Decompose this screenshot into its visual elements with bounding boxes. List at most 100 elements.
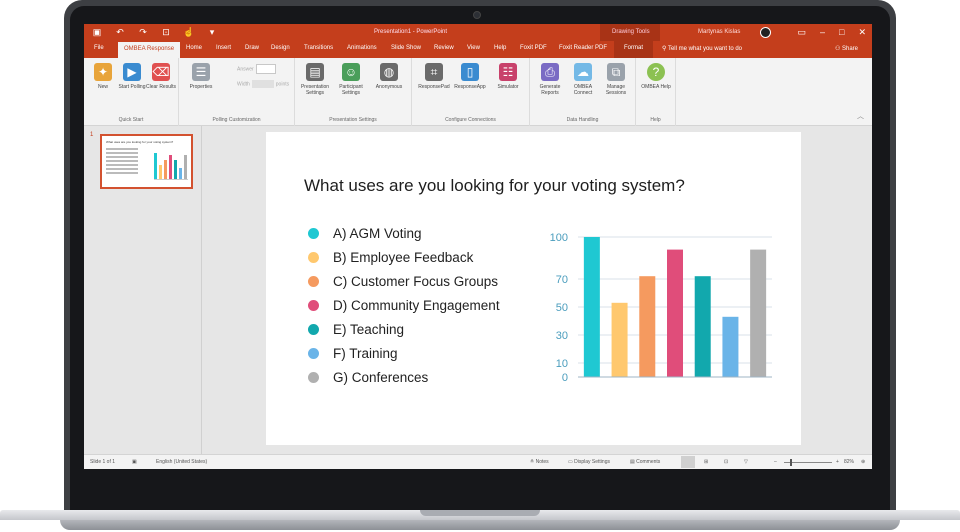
option-d[interactable]: D) Community Engagement [308, 297, 500, 313]
minimize-icon[interactable]: – [820, 27, 825, 38]
reading-view-icon[interactable]: ⊡ [724, 459, 728, 465]
option-a[interactable]: A) AGM Voting [308, 225, 422, 241]
tab-view[interactable]: View [467, 45, 480, 51]
maximize-icon[interactable]: □ [839, 27, 844, 38]
bullet-dot-icon [308, 251, 319, 263]
tab-home[interactable]: Home [186, 45, 202, 51]
tab-slide-show[interactable]: Slide Show [391, 45, 421, 51]
answer-dropdown[interactable] [255, 64, 276, 74]
option-label: A) AGM Voting [333, 225, 422, 241]
customize-icon[interactable]: ▾ [205, 27, 219, 38]
present-icon[interactable]: ⊡ [159, 27, 173, 38]
responseapp-label: ResponseApp [454, 84, 486, 90]
tab-draw[interactable]: Draw [245, 45, 259, 51]
anonymous-button[interactable]: ◍ Anonymous [373, 63, 405, 90]
tab-format[interactable]: Format [614, 41, 654, 58]
slide-title[interactable]: What uses are you looking for your votin… [304, 176, 685, 196]
option-c[interactable]: C) Customer Focus Groups [308, 273, 498, 289]
cloud-upload-icon: ☁ [574, 63, 592, 81]
user-name[interactable]: Martynas Kislas [698, 29, 740, 35]
responsepad-button[interactable]: ⌗ ResponsePad [418, 63, 450, 90]
tab-design[interactable]: Design [271, 45, 290, 51]
responseapp-button[interactable]: ▯ ResponseApp [454, 63, 486, 90]
tell-me-label: Tell me what you want to do [667, 46, 742, 52]
touch-mode-icon[interactable]: ☝ [182, 27, 196, 38]
window-controls: ▭ – □ ✕ [797, 27, 866, 38]
tab-insert[interactable]: Insert [216, 45, 231, 51]
zoom-level[interactable]: 82% [844, 459, 854, 465]
bullet-dot-icon [308, 227, 319, 239]
notes-button[interactable]: ≙ Notes [530, 459, 549, 465]
option-b[interactable]: B) Employee Feedback [308, 249, 473, 265]
presentation-settings-button[interactable]: ▤ Presentation Settings [299, 63, 331, 96]
presentation-settings-label: Presentation Settings [300, 84, 330, 96]
sessions-icon: ⧉ [607, 63, 625, 81]
new-button[interactable]: ✦ New [87, 63, 119, 90]
close-icon[interactable]: ✕ [858, 27, 866, 38]
display-settings-button[interactable]: ▭ Display Settings [568, 459, 610, 465]
tab-ombea-response[interactable]: OMBEA Response [118, 42, 181, 58]
start-polling-button[interactable]: ▶ Start Polling [116, 63, 148, 90]
avatar[interactable] [760, 27, 771, 38]
tab-file[interactable]: File [94, 45, 104, 51]
save-icon[interactable]: ▣ [90, 27, 104, 38]
title-bar: ▣ ↶ ↷ ⊡ ☝ ▾ Presentation1 - PowerPoint D… [84, 24, 872, 41]
tab-review[interactable]: Review [434, 45, 454, 51]
option-e[interactable]: E) Teaching [308, 321, 404, 337]
spell-check-icon[interactable]: ▣ [132, 459, 137, 465]
slide-canvas[interactable]: What uses are you looking for your votin… [266, 132, 801, 445]
group-label: Presentation Settings [329, 117, 377, 123]
simulator-button[interactable]: ☷ Simulator [492, 63, 524, 90]
generate-reports-button[interactable]: ⎙ Generate Reports [534, 63, 566, 96]
bar-e [694, 276, 711, 377]
ombea-help-button[interactable]: ? OMBEA Help [640, 63, 672, 90]
display-settings-label: Display Settings [574, 459, 610, 465]
group-quick-start: ✦ New ▶ Start Polling ⌫ Clear Results Quick… [84, 58, 179, 126]
ombea-connect-button[interactable]: ☁ OMBEA Connect [567, 63, 599, 96]
undo-icon[interactable]: ↶ [113, 27, 127, 38]
properties-button[interactable]: ☰ Properties [185, 63, 217, 90]
responsepad-icon: ⌗ [425, 63, 443, 81]
participant-settings-button[interactable]: ☺ Participant Settings [335, 63, 367, 96]
slide-sorter-icon[interactable]: ⊞ [704, 459, 708, 465]
simulator-icon: ☷ [499, 63, 517, 81]
option-label: F) Training [333, 345, 398, 361]
bar-c [639, 276, 656, 377]
clear-results-button[interactable]: ⌫ Clear Results [145, 63, 177, 90]
tab-help[interactable]: Help [494, 45, 506, 51]
slide-thumbnail[interactable]: What uses are you looking for your votin… [100, 134, 193, 189]
slide-show-view-icon[interactable]: ▽ [744, 459, 748, 465]
language-status[interactable]: English (United States) [156, 459, 207, 465]
zoom-in-icon[interactable]: + [836, 459, 839, 465]
fit-slide-icon[interactable]: ⊕ [861, 459, 865, 465]
width-field[interactable]: Width points [237, 80, 289, 88]
collapse-ribbon-icon[interactable]: ︿ [857, 111, 864, 121]
slide-editing-area: What uses are you looking for your votin… [203, 126, 872, 454]
comments-button[interactable]: ▤ Comments [630, 459, 660, 465]
manage-sessions-button[interactable]: ⧉ Manage Sessions [600, 63, 632, 96]
y-tick-label: 30 [556, 330, 568, 342]
tab-foxit-pdf[interactable]: Foxit PDF [520, 45, 547, 51]
zoom-out-icon[interactable]: – [774, 459, 777, 465]
width-input[interactable] [251, 80, 274, 88]
redo-icon[interactable]: ↷ [136, 27, 150, 38]
presentation-settings-icon: ▤ [306, 63, 324, 81]
zoom-slider-handle[interactable] [790, 459, 792, 466]
tell-me-search[interactable]: ⚲ Tell me what you want to do [662, 45, 742, 52]
responsepad-label: ResponsePad [418, 84, 450, 90]
results-bar-chart[interactable]: 0 10 30 50 70 100 [538, 225, 778, 385]
y-tick-label: 100 [550, 232, 568, 244]
bar-a [583, 237, 600, 377]
tab-animations[interactable]: Animations [347, 45, 377, 51]
option-g[interactable]: G) Conferences [308, 369, 428, 385]
y-tick-label: 50 [556, 302, 568, 314]
option-label: D) Community Engagement [333, 297, 500, 313]
answer-field[interactable]: Answer [237, 64, 276, 74]
tab-transitions[interactable]: Transitions [304, 45, 333, 51]
option-f[interactable]: F) Training [308, 345, 398, 361]
ribbon-display-icon[interactable]: ▭ [797, 27, 806, 38]
tab-foxit-reader-pdf[interactable]: Foxit Reader PDF [559, 45, 607, 51]
share-button[interactable]: ⚇ Share [835, 45, 858, 52]
group-label: Configure Connections [445, 117, 496, 123]
normal-view-icon[interactable] [681, 456, 695, 468]
